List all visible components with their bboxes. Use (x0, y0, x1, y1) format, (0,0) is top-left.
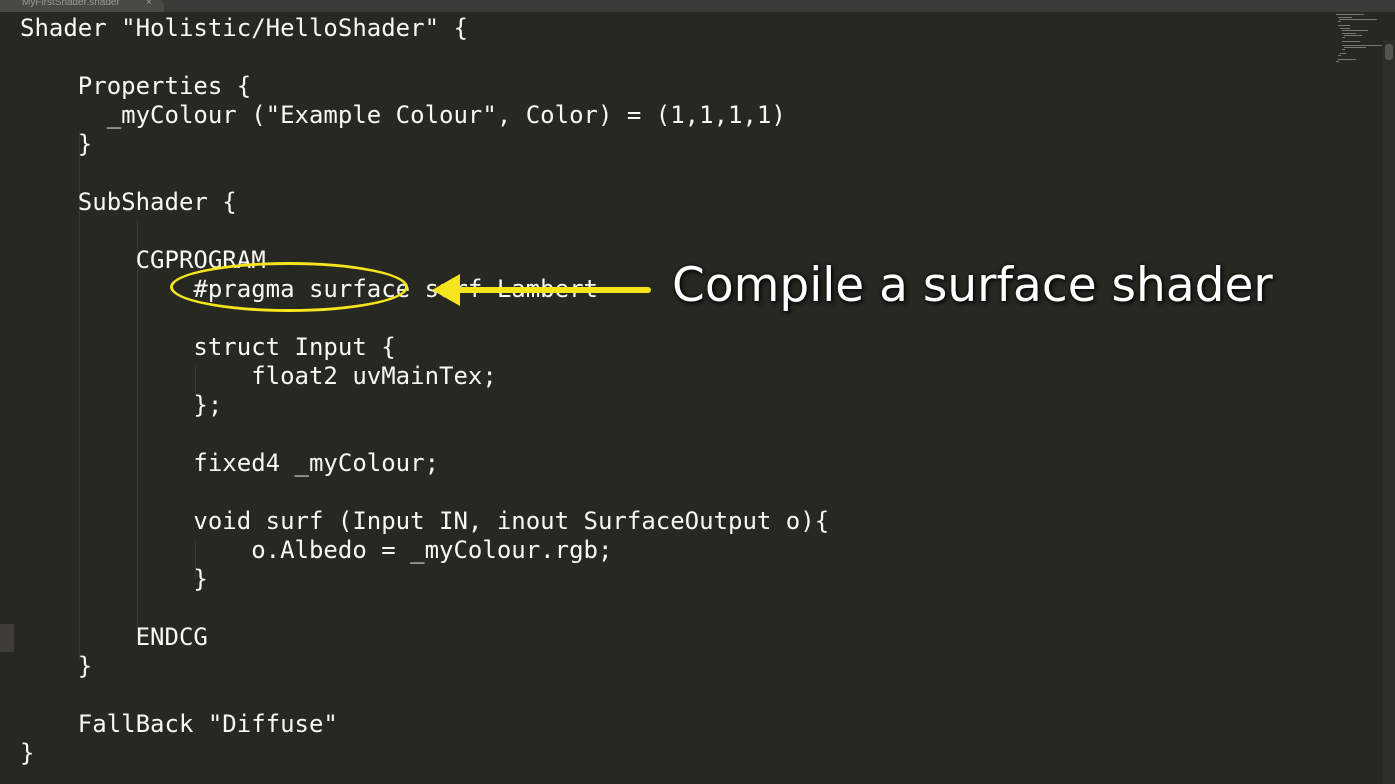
code-line: FallBack "Diffuse" (20, 710, 338, 738)
minimap[interactable] (1336, 14, 1382, 70)
scrollbar-thumb[interactable] (1385, 44, 1393, 60)
code-line: Shader "Holistic/HelloShader" { (20, 14, 468, 42)
code-line: } (20, 652, 93, 680)
code-line: } (20, 565, 208, 593)
current-line-marker (0, 624, 14, 652)
annotation-caption: Compile a surface shader (672, 258, 1273, 313)
highlight-ellipse (170, 262, 408, 312)
code-line: }; (20, 391, 223, 419)
vertical-scrollbar[interactable] (1383, 40, 1395, 784)
tab-label: MyFirstShader.shader (22, 0, 120, 8)
tab-bar: MyFirstShader.shader × (0, 0, 1395, 12)
code-line: Properties { (20, 72, 252, 100)
code-line: } (20, 130, 93, 158)
tab-close-icon[interactable]: × (146, 0, 152, 8)
code-line: _myColour ("Example Colour", Color) = (1… (20, 101, 786, 129)
code-line: SubShader { (20, 188, 237, 216)
code-line: o.Albedo = _myColour.rgb; (20, 536, 613, 564)
code-line: float2 uvMainTex; (20, 362, 497, 390)
code-line: struct Input { (20, 333, 396, 361)
code-line: } (20, 739, 35, 767)
code-editor[interactable]: MyFirstShader.shader × Shader "Holistic/… (0, 0, 1395, 784)
code-line: void surf (Input IN, inout SurfaceOutput… (20, 507, 830, 535)
code-text[interactable]: Shader "Holistic/HelloShader" { Properti… (20, 14, 829, 768)
code-line: fixed4 _myColour; (20, 449, 440, 477)
code-line: ENDCG (20, 623, 208, 651)
tab-file[interactable]: MyFirstShader.shader × (0, 0, 164, 12)
arrow-left-icon (432, 274, 651, 306)
